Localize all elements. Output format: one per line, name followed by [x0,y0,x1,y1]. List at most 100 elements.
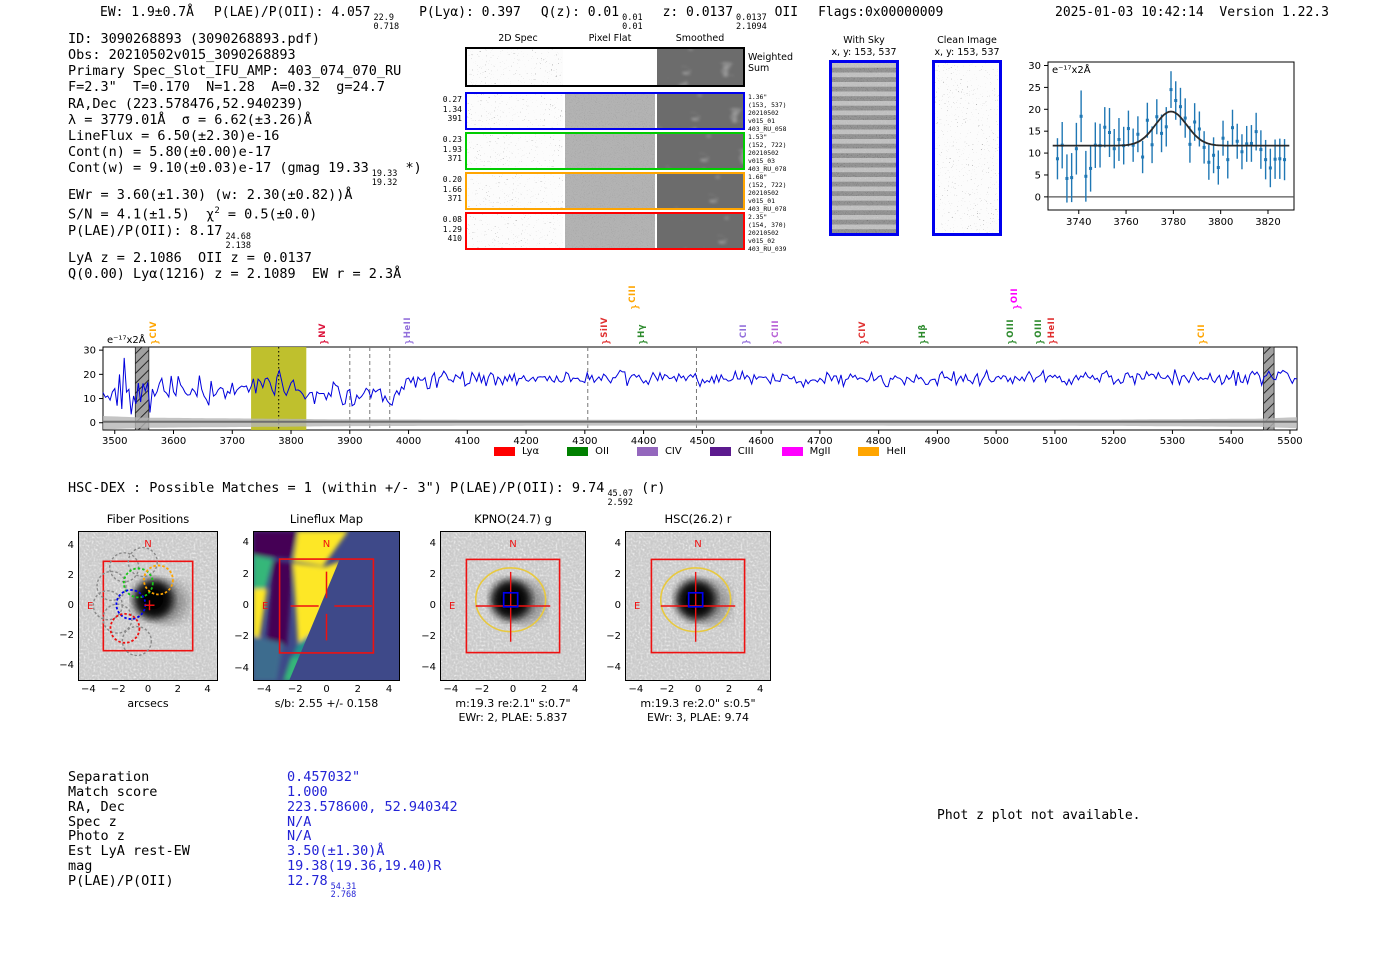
spec2d-header-pixelflat: Pixel Flat [588,33,632,44]
x-tick-label: 4 [204,684,211,695]
fiber-row-2dspec [465,92,745,130]
text-segment: λ = 3779.01Å σ = 6.62(±3.26)Å [68,111,312,128]
legend-label: CIII [737,446,754,457]
svg-text:25: 25 [1028,83,1041,94]
y-tick-label: 2 [67,570,74,582]
cutout-title: Lineflux Map [289,512,364,526]
match-table-value: 1.000 [287,784,328,800]
timestamp-version: 2025-01-03 10:42:14 Version 1.22.3 [1055,5,1329,20]
y-tick-label: 0 [429,600,436,611]
info-line: P(LAE)/P(OII): 8.17 24.68 2.138 [68,223,422,250]
text-segment: HSC-DEX : Possible Matches = 1 (within +… [68,480,605,496]
svg-text:3800: 3800 [1208,217,1233,228]
match-table-label: RA, Dec [68,798,125,815]
svg-text:3780: 3780 [1161,217,1186,228]
text-segment: LineFlux = 6.50(±2.30)e-16 [68,127,280,144]
stat-value: 1.29 [442,224,462,234]
match-table-row: Spec z N/A [68,814,458,830]
match-table-value: 12.78 54.31 2.768 [287,872,357,901]
svg-text:3500: 3500 [102,436,127,446]
spec2d-cell-noise [467,94,563,128]
svg-text:0: 0 [90,418,96,429]
svg-text:e⁻¹⁷x2Å: e⁻¹⁷x2Å [107,333,146,346]
info-line: Primary Spec_Slot_IFU_AMP: 403_074_070_R… [68,63,422,79]
svg-text:30: 30 [1028,61,1041,72]
x-tick-label: 0 [509,684,517,695]
y-tick-label: 4 [429,537,436,549]
sky-panel-coords: x, y: 153, 537 [934,47,1000,58]
info-line: RA,Dec (223.578476,52.940239) [68,96,422,112]
match-table-row: RA, Dec 223.578600, 52.940342 [68,798,458,815]
legend-swatch [709,447,731,456]
cutout-caption: EWr: 3, PLAE: 9.74 [646,711,750,724]
spec2d-cell-pixelflat [565,134,655,168]
stat-value: 0.23 [442,135,462,144]
legend-label: Lyα [521,446,540,457]
spec2d-cell-smoothed [657,134,743,168]
spec2d-cell-pixelflat [565,94,655,128]
x-tick-label: 0 [694,684,702,695]
header-segment: P(Lyα): 0.397 [419,5,521,20]
fiber-row-2dspec [465,172,745,210]
svg-text:5: 5 [1035,170,1041,181]
svg-text:4800: 4800 [866,436,891,446]
spec2d-cell-noise [467,174,563,208]
svg-text:15: 15 [1028,127,1041,138]
info-line: S/N = 4.1(±1.5) χ2 = 0.5(±0.0) [68,203,422,223]
cutout-title: KPNO(24.7) g [474,512,552,526]
value-text: N/A [287,828,312,845]
meta-line: v015_01 [748,117,775,126]
meta-line: v015_03 [748,157,775,166]
meta-line: (152, 722) [748,181,787,190]
legend-label: MgII [809,446,831,457]
header-segment: P(LAE)/P(OII): 4.057 22.9 0.718 [214,5,399,31]
fraction-lower: 0.718 [373,21,400,32]
value-text: 12.78 [287,872,328,889]
spec2d-cell-pixelflat [565,174,655,208]
x-tick-label: −4 [443,684,459,695]
svg-text:3800: 3800 [278,436,303,446]
x-tick-label: 2 [174,684,181,695]
y-tick-label: −4 [606,662,621,674]
match-table-label: Match score [68,783,158,800]
meta-line: 20210502 [748,189,779,198]
y-tick-label: 4 [67,540,74,552]
meta-line: 2.35" [748,213,768,221]
spec2d-header-2dspec: 2D Spec [498,33,538,44]
y-tick-label: −4 [234,662,249,674]
legend-item: Lyα [493,446,540,457]
header-segment: Q(z): 0.01 0.01 0.01 [541,5,643,31]
text-segment: *) [397,160,422,177]
y-tick-label: 0 [242,600,249,611]
timestamp: 2025-01-03 10:42:14 [1055,5,1204,20]
y-tick-label: 0 [67,600,74,611]
text-segment: RA,Dec (223.578476,52.940239) [68,95,304,112]
legend-item: CIV [636,446,682,457]
svg-text:5000: 5000 [983,436,1008,446]
y-tick-label: 2 [429,568,436,580]
info-line: F=2.3" T=0.170 N=1.28 A=0.32 g=24.7 [68,79,422,95]
x-tick-label: −2 [110,684,126,695]
fiber-row-left-stats: 0.27 1.34 391 [438,95,462,124]
match-table-row: Match score 1.000 [68,783,458,800]
photz-note: Phot z plot not available. [937,808,1141,823]
text-segment: = 0.5(±0.0) [219,206,318,223]
hsc-dex-line: HSC-DEX : Possible Matches = 1 (within +… [68,480,666,507]
spec2d-cell-noise [467,49,563,85]
svg-text:4200: 4200 [513,436,538,446]
match-table-value: 3.50(±1.30)Å [287,844,385,859]
legend-swatch [493,447,515,456]
info-line: Q(0.00) Lyα(1216) z = 2.1089 EW r = 2.3Å [68,266,422,282]
spectrum-legend: Lyα OII CIV CIII MgII HeII [103,446,1297,457]
emission-line-name: OII [1010,287,1021,303]
x-tick-label: −4 [81,684,96,695]
line-fit-chart: 0 5 10 15 20 25 30 3740 3760 3780 3800 3820 e⁻¹⁷x2Å [1028,61,1295,228]
fraction-lower: 2.138 [225,240,252,251]
svg-text:3820: 3820 [1255,217,1280,228]
fraction-lower: 2.592 [607,497,634,508]
cutout-xlabel: m:19.3 re:2.0" s:0.5" [640,697,756,710]
fiber-row-2dspec [465,132,745,170]
fraction-lower: 2.768 [330,890,357,901]
svg-text:3900: 3900 [337,436,362,446]
stat-value: 0.20 [442,175,462,184]
